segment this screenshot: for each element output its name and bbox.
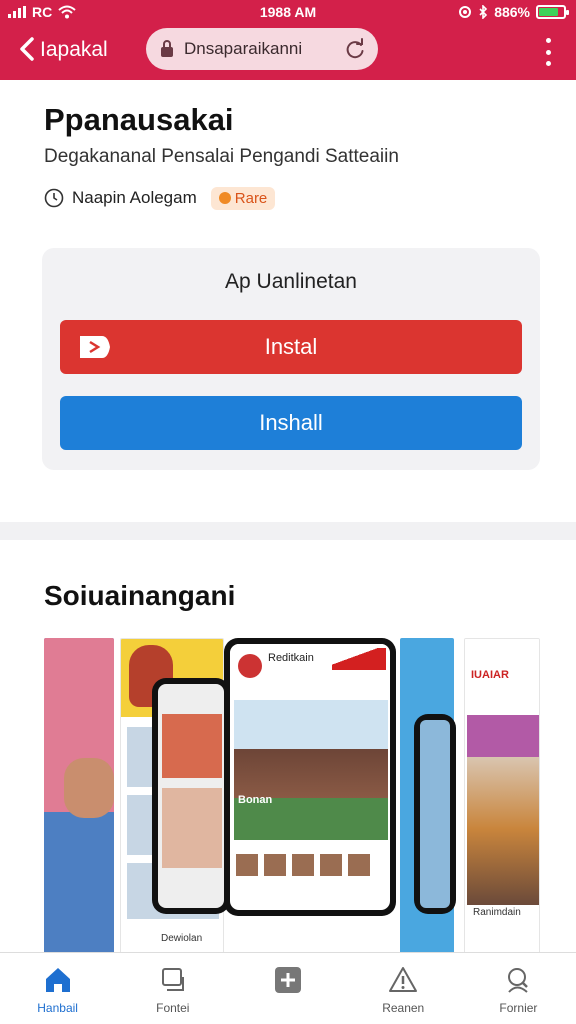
battery-fill — [539, 8, 558, 16]
rating-badge: Rare — [210, 186, 276, 210]
side-logo: IUAIAR — [471, 669, 509, 681]
screenshot-1[interactable] — [44, 638, 114, 954]
top-bar: RC 1988 AM 886% Iapakal Dnsaparaikanni — [0, 0, 576, 80]
location-icon — [459, 6, 472, 18]
status-bar: RC 1988 AM 886% — [0, 0, 576, 24]
tab-add[interactable] — [230, 953, 345, 1024]
arm-image — [64, 758, 114, 818]
thumbnail-row — [236, 854, 370, 876]
tab-search[interactable]: Fornier — [461, 953, 576, 1024]
screenshots-title: Soiuainangani — [44, 580, 236, 611]
kebab-icon[interactable] — [544, 38, 552, 66]
tab-monitor[interactable]: Fontei — [115, 953, 230, 1024]
app-logo-icon — [238, 654, 262, 678]
app-info-card: Ppanausakai Degakananal Pensalai Pengand… — [0, 80, 576, 522]
bottom-tab-bar: Hanbail Fontei Reanen Fornier — [0, 952, 576, 1024]
tab-search-label: Fornier — [499, 1001, 538, 1015]
nav-row: Iapakal Dnsaparaikanni — [0, 26, 576, 74]
reload-icon[interactable] — [344, 38, 366, 60]
phone-mockup-side — [414, 714, 456, 914]
install-button[interactable]: Instal — [60, 320, 522, 374]
tab-alert[interactable]: Reanen — [346, 953, 461, 1024]
alert-icon — [389, 967, 418, 992]
caption-left: Dewiolan — [161, 933, 203, 944]
phone-mockup-back — [152, 678, 230, 914]
screenshot-gallery[interactable]: Dewiolan Reditkain Bonan IUAIAR Ranimdai… — [44, 638, 540, 954]
url-bar[interactable]: Dnsaparaikanni — [146, 28, 378, 70]
temple-image — [234, 700, 388, 840]
badge-label: Rare — [234, 189, 268, 207]
install-panel-title: Ap Uanlinetan — [225, 270, 357, 293]
play-icon — [80, 336, 110, 358]
uninstall-button[interactable]: Inshall — [60, 396, 522, 450]
search-icon — [508, 968, 529, 993]
developer-name[interactable]: Naapin Aolegam — [72, 188, 197, 208]
battery-percent: 886% — [494, 4, 530, 20]
battery-icon — [536, 5, 569, 19]
bluetooth-icon — [479, 5, 488, 19]
tab-home[interactable]: Hanbail — [0, 953, 115, 1024]
app-subtitle: Degakananal Pensalai Pengandi Satteaiin — [44, 146, 399, 167]
phone-caption: Bonan — [238, 794, 273, 806]
url-text: Dnsaparaikanni — [184, 39, 303, 58]
monitor-icon — [161, 968, 184, 991]
nav-title: Iapakal — [40, 38, 108, 61]
install-panel: Ap Uanlinetan Instal Inshall — [42, 248, 540, 470]
photo-image — [162, 714, 222, 778]
phone-mockup-main: Reditkain Bonan — [224, 638, 396, 916]
phone-app-label: Reditkain — [268, 652, 314, 664]
lock-icon — [161, 40, 173, 57]
home-icon — [45, 968, 70, 992]
flag-image — [332, 648, 386, 670]
caption-right: Ranimdain — [473, 907, 521, 918]
tab-alert-label: Reanen — [382, 1001, 425, 1015]
tab-home-label: Hanbail — [37, 1001, 78, 1015]
tab-monitor-label: Fontei — [156, 1001, 190, 1015]
add-icon — [275, 967, 301, 993]
badge-dot-icon — [218, 192, 231, 204]
install-button-label: Instal — [264, 334, 318, 359]
app-title: Ppanausakai — [44, 102, 234, 137]
screenshot-4[interactable]: IUAIAR Ranimdain — [464, 638, 540, 954]
umbrella-image — [467, 715, 539, 905]
photo-image — [162, 788, 222, 868]
uninstall-button-label: Inshall — [259, 410, 323, 435]
app-meta-row: Naapin Aolegam Rare — [44, 184, 276, 212]
clock-icon — [44, 188, 64, 208]
